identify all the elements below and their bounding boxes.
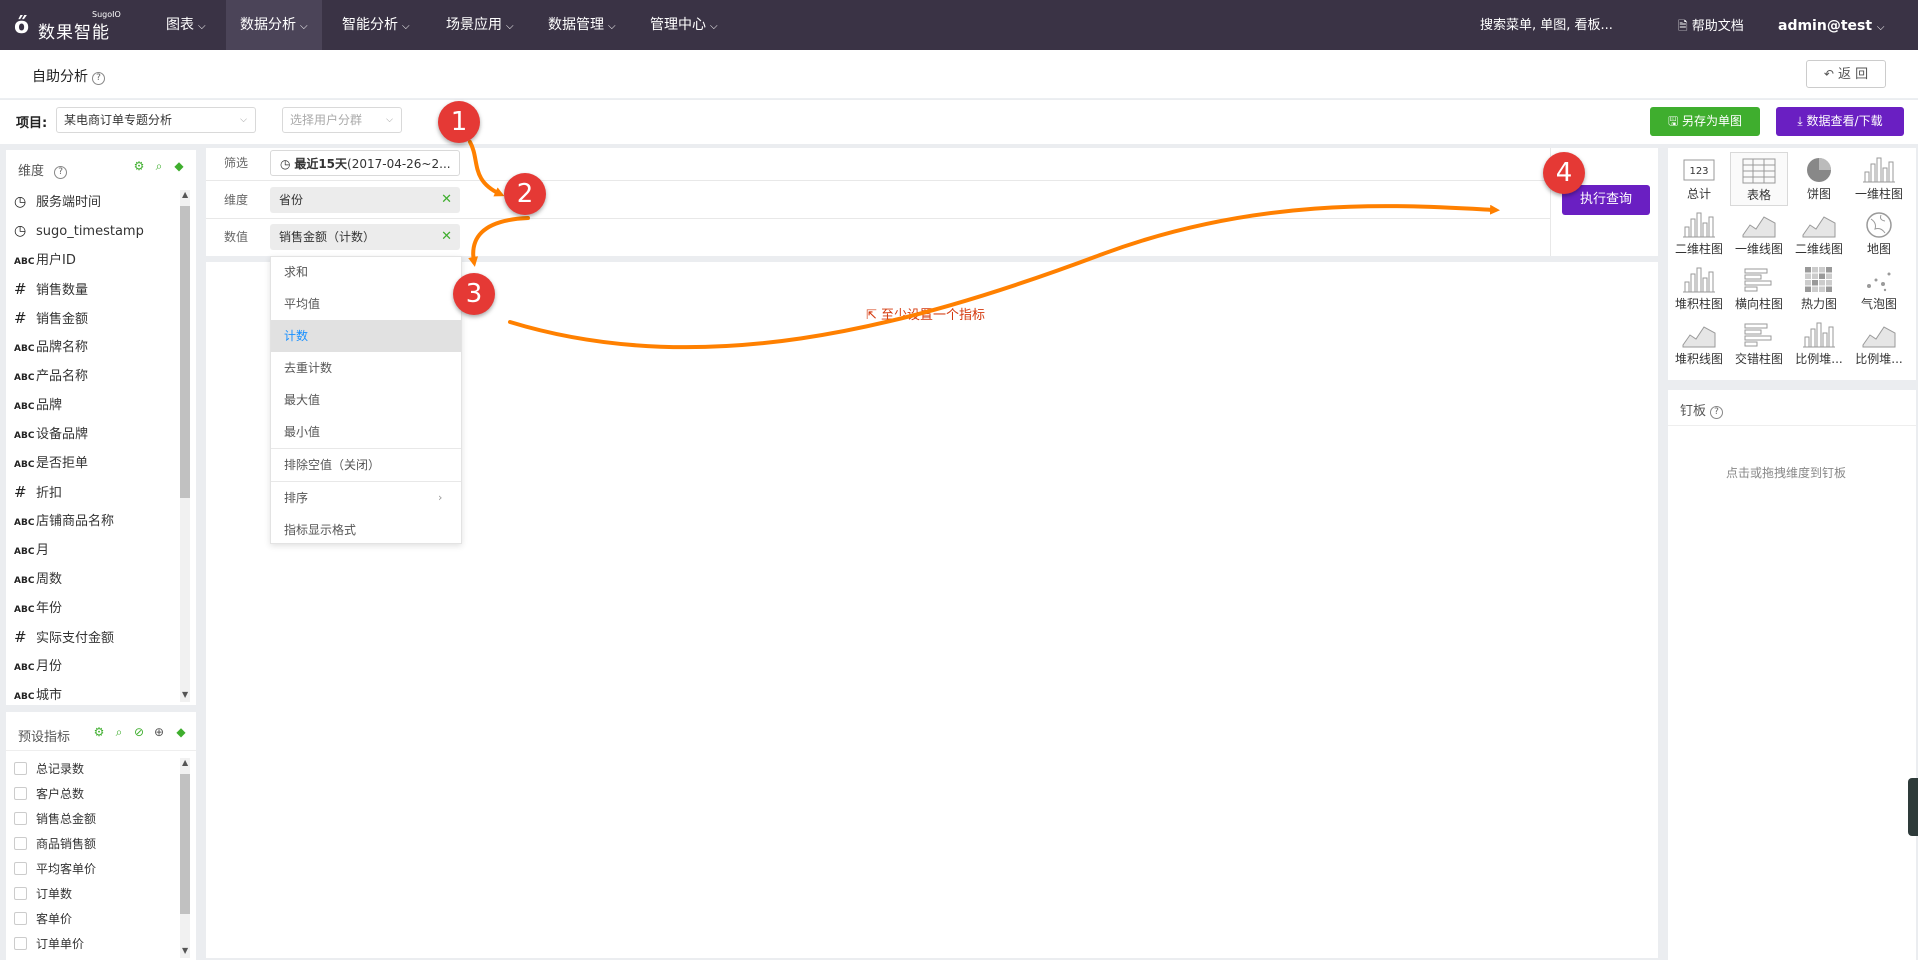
arrow-2-to-3 — [468, 216, 530, 267]
step-marker-1: 1 — [438, 101, 480, 143]
arrow-1-to-2 — [468, 140, 505, 197]
step-marker-3: 3 — [453, 273, 495, 315]
step-marker-2: 2 — [504, 173, 546, 215]
annotation-arrows — [468, 140, 1500, 350]
step-marker-4: 4 — [1543, 152, 1585, 194]
arrow-3-to-4 — [508, 204, 1500, 350]
